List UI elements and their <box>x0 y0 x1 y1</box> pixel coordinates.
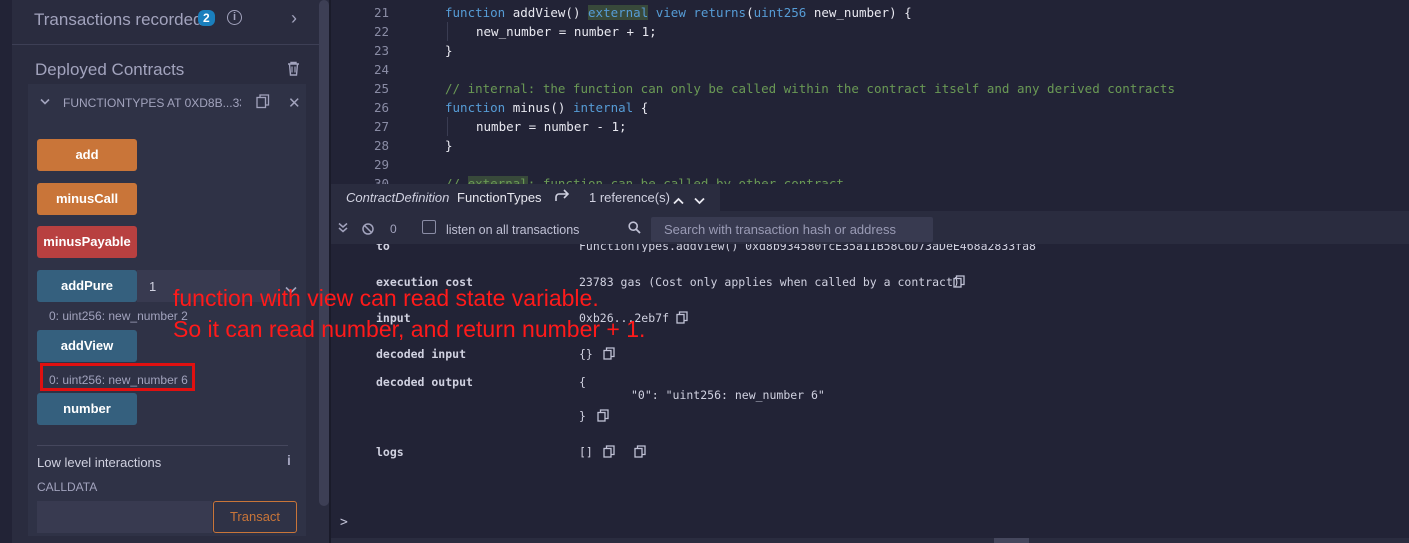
info-icon[interactable]: i <box>287 452 291 468</box>
copy-icon[interactable] <box>676 311 688 329</box>
search-input[interactable]: Search with transaction hash or address <box>651 217 933 242</box>
deployed-contracts-label: Deployed Contracts <box>35 60 185 79</box>
minuspayable-button[interactable]: minusPayable <box>37 226 137 258</box>
code-line-23: } <box>445 43 453 58</box>
line-number: 23 <box>373 43 389 58</box>
minuscall-button[interactable]: minusCall <box>37 183 137 215</box>
clear-console-icon[interactable] <box>362 222 374 240</box>
panel-edge <box>0 0 12 543</box>
info-icon[interactable]: i <box>227 10 242 25</box>
collapse-icon[interactable] <box>338 222 348 236</box>
line-number: 27 <box>373 119 389 134</box>
pending-count: 0 <box>390 222 397 236</box>
line-number: 21 <box>373 5 389 20</box>
transactions-count-badge: 2 <box>198 10 215 26</box>
goto-definition-icon[interactable] <box>555 189 570 207</box>
copy-icon[interactable] <box>597 409 609 427</box>
left-scrollbar[interactable] <box>319 0 329 506</box>
trash-icon[interactable] <box>287 61 300 81</box>
addpure-button[interactable]: addPure <box>37 270 137 302</box>
line-number: 26 <box>373 100 389 115</box>
to-value: FunctionTypes.addView() 0xd8b934580fcE35… <box>579 244 1036 252</box>
number-button[interactable]: number <box>37 393 137 425</box>
to-label: to <box>376 244 390 252</box>
chevron-right-icon[interactable]: › <box>291 8 297 29</box>
contract-name: FUNCTIONTYPES AT 0XD8B...33 <box>63 96 241 110</box>
transactions-recorded-label[interactable]: Transactions recorded <box>34 10 203 30</box>
listen-checkbox[interactable] <box>422 220 436 234</box>
decoded-input-value: {} <box>579 347 593 361</box>
copy-icon[interactable] <box>256 94 270 114</box>
horizontal-scrollbar-track <box>331 538 1409 543</box>
logs-value: [] <box>579 445 593 459</box>
reference-count: 1 reference(s) <box>589 190 670 205</box>
code-line-26: function minus() internal { <box>445 100 649 115</box>
code-line-22: new_number = number + 1; <box>476 24 657 39</box>
reference-kind: ContractDefinition <box>346 190 450 205</box>
copy-icon[interactable] <box>603 347 615 365</box>
execution-cost-value: 23783 gas (Cost only applies when called… <box>579 275 960 289</box>
close-icon[interactable]: ✕ <box>288 94 301 112</box>
indent-guide <box>447 22 448 41</box>
highlight-box <box>40 363 195 391</box>
reference-name: FunctionTypes <box>457 190 542 205</box>
code-line-30: // external: function can be called by o… <box>445 176 844 184</box>
addpure-input-value: 1 <box>149 279 157 294</box>
decoded-output-open: { <box>579 375 586 389</box>
chevron-down-icon[interactable] <box>694 192 705 210</box>
code-line-28: } <box>445 138 453 153</box>
code-line-27: number = number - 1; <box>476 119 627 134</box>
chevron-up-icon[interactable] <box>673 192 684 210</box>
copy-icon[interactable] <box>634 445 646 463</box>
listen-label: listen on all transactions <box>446 223 580 237</box>
code-line-25: // internal: the function can only be ca… <box>445 81 1175 96</box>
search-icon[interactable] <box>628 221 641 239</box>
decoded-output-label: decoded output <box>376 375 473 389</box>
annotation-line-2: So it can read number, and return number… <box>173 316 646 342</box>
calldata-label: CALLDATA <box>37 480 98 494</box>
search-placeholder: Search with transaction hash or address <box>664 222 896 237</box>
copy-icon[interactable] <box>603 445 615 463</box>
divider <box>37 445 288 446</box>
line-number: 29 <box>373 157 389 172</box>
decoded-input-label: decoded input <box>376 347 467 361</box>
calldata-input[interactable] <box>37 501 212 533</box>
code-line-21: function addView() external view returns… <box>445 5 912 20</box>
add-button[interactable]: add <box>37 139 137 171</box>
indent-guide <box>447 117 448 136</box>
line-number: 22 <box>373 24 389 39</box>
addview-button[interactable]: addView <box>37 330 137 362</box>
logs-label: logs <box>376 445 404 459</box>
decoded-output-value: "0": "uint256: new_number 6" <box>631 388 825 402</box>
line-number: 28 <box>373 138 389 153</box>
horizontal-scrollbar-thumb[interactable] <box>994 538 1029 543</box>
divider <box>12 44 319 45</box>
chevron-down-icon[interactable] <box>40 97 50 109</box>
terminal-prompt[interactable]: > <box>340 515 348 530</box>
low-level-interactions-label: Low level interactions <box>37 455 162 470</box>
annotation-line-1: function with view can read state variab… <box>173 285 599 311</box>
decoded-output-close: } <box>579 409 586 423</box>
line-number: 25 <box>373 81 389 96</box>
copy-icon[interactable] <box>953 275 965 293</box>
terminal-row-to: to FunctionTypes.addView() 0xd8b934580fc… <box>331 244 1409 252</box>
line-number: 24 <box>373 62 389 77</box>
transact-button[interactable]: Transact <box>213 501 297 533</box>
addpure-output: 0: uint256: new_number 2 <box>49 309 188 323</box>
